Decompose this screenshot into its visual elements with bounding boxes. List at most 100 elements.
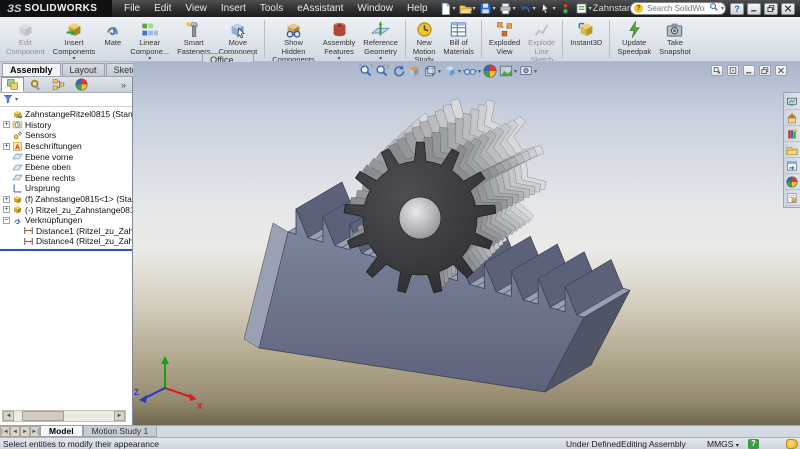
custom-properties-tab[interactable] [785,190,800,206]
instant3d-button[interactable]: Instant3D [567,19,605,49]
mdi-cascade-button[interactable] [711,65,723,76]
help-button[interactable]: ? [730,3,744,15]
displaymanager-tab[interactable] [70,77,93,92]
qat-select-cursor-button[interactable]: ▾ [538,1,557,16]
menu-window[interactable]: Window [351,1,399,16]
tree-item[interactable]: −Verknüpfungen [0,215,132,226]
filter-funnel-icon[interactable] [3,91,13,109]
mdi-tile-button[interactable] [727,65,739,76]
menu-insert[interactable]: Insert [215,1,252,16]
tree-item[interactable]: +(f) Zahnstange0815<1> (Sta [0,194,132,205]
rollback-bar[interactable] [0,249,132,251]
apply-scene-button[interactable]: ▾ [499,64,517,78]
close-button[interactable] [781,3,795,15]
tag-icon[interactable] [786,439,798,449]
expand-toggle[interactable]: + [3,206,10,213]
qat-rebuild-traffic-light-button[interactable] [558,1,573,16]
propertymanager-tab[interactable] [24,77,47,92]
tree-filter-row[interactable]: ▾ [0,93,132,107]
scroll-left-arrow[interactable]: ◄ [3,411,14,421]
tree-item[interactable]: Distance1 (Ritzel_zu_Zah [0,226,132,237]
tab-layout[interactable]: Layout [62,63,105,76]
design-library-tab[interactable] [785,110,800,126]
qat-undo-button[interactable]: ▾ [518,1,537,16]
tab-nav-last[interactable]: ►| [30,426,40,437]
tree-item[interactable]: +History [0,120,132,131]
doc-tab-motion-study-1[interactable]: Motion Study 1 [83,426,158,437]
expand-toggle[interactable]: + [3,196,10,203]
appearances-scenes-tab[interactable] [785,174,800,190]
help-search-box[interactable]: ? ▾ [630,2,726,15]
qat-open-folder-button[interactable]: ▾ [458,1,477,16]
qat-print-button[interactable]: ▾ [498,1,517,16]
menu-file[interactable]: File [118,1,146,16]
view-palette-tab[interactable] [785,158,800,174]
tree-item[interactable]: ZahnstangeRitzel0815 (Standar [0,109,132,120]
section-view-button[interactable] [407,64,421,78]
filter-dropdown-icon[interactable]: ▾ [15,96,18,103]
tab-nav-next[interactable]: ► [20,426,30,437]
tree-item[interactable]: +ABeschriftungen [0,141,132,152]
panel-overflow-chevron[interactable]: » [121,80,126,90]
graphics-viewport[interactable]: ZX ▾▾▾▾▾ [133,62,800,425]
tree-item[interactable]: Ebene rechts [0,173,132,184]
search-dropdown-icon[interactable]: ▾ [721,5,724,12]
assembly-features-button[interactable]: AssemblyFeatures▾ [320,19,359,62]
tree-item[interactable]: Distance4 (Ritzel_zu_Zah [0,236,132,247]
qat-options-list-button[interactable]: ▾ [574,1,593,16]
exploded-view-button[interactable]: ExplodedView [486,19,523,57]
solidworks-resources-tab[interactable] [785,94,800,110]
qat-new-doc-button[interactable]: ▾ [438,1,457,16]
menu-eassistant[interactable]: eAssistant [291,1,349,16]
display-style-button[interactable]: ▾ [443,64,461,78]
snapshot-button[interactable]: TakeSnapshot [656,19,694,57]
edit-appearance-button[interactable] [483,64,497,78]
tree-item[interactable]: Sensors [0,130,132,141]
menu-edit[interactable]: Edit [148,1,177,16]
search-magnifier-icon[interactable] [709,2,719,15]
tree-item[interactable]: Ursprung [0,183,132,194]
previous-view-button[interactable] [391,64,405,78]
menu-view[interactable]: View [179,1,213,16]
units-selector[interactable]: MMGS ▾ [707,439,739,449]
motion-study-button[interactable]: NewMotionStudy [410,19,439,62]
mdi-restore-button[interactable] [759,65,771,76]
mdi-close-button[interactable] [775,65,787,76]
scrollbar-thumb[interactable] [22,411,64,421]
panel-horizontal-scrollbar[interactable]: ◄ ► [2,410,126,422]
gear-bore-hole[interactable] [399,197,441,239]
toolbox-library-tab[interactable] [785,126,800,142]
minimize-button[interactable] [747,3,761,15]
mdi-minimize-button[interactable] [743,65,755,76]
tree-item[interactable]: Ebene vorne [0,151,132,162]
tab-nav-first[interactable]: |◄ [0,426,10,437]
tree-item[interactable]: Ebene oben [0,162,132,173]
quick-tips-icon[interactable]: ? [748,439,759,449]
file-explorer-tab[interactable] [785,142,800,158]
menu-tools[interactable]: Tools [254,1,289,16]
zoom-fit-button[interactable] [359,64,373,78]
linear-pattern-button[interactable]: LinearCompone...▾ [127,19,172,62]
hide-show-items-button[interactable]: ▾ [463,64,481,78]
qat-save-button[interactable]: ▾ [478,1,497,16]
scroll-right-arrow[interactable]: ► [114,411,125,421]
view-orientation-button[interactable]: ▾ [423,64,441,78]
doc-tab-model[interactable]: Model [40,426,83,437]
speedpak-button[interactable]: UpdateSpeedpak [614,19,654,57]
restore-button[interactable] [764,3,778,15]
insert-components-button[interactable]: InsertComponents▾ [50,19,99,62]
zoom-area-button[interactable] [375,64,389,78]
bom-button[interactable]: Bill ofMaterials [440,19,476,57]
smart-fasteners-button[interactable]: SmartFasteners [174,19,213,57]
show-hidden-button[interactable]: ShowHiddenComponents [269,19,318,62]
tree-item[interactable]: +(-) Ritzel_zu_Zahnstange081 [0,204,132,215]
expand-toggle[interactable]: + [3,121,10,128]
view-settings-button[interactable]: ▾ [519,64,537,78]
tab-nav-prev[interactable]: ◄ [10,426,20,437]
expand-toggle[interactable]: + [3,143,10,150]
search-input[interactable] [645,3,707,14]
configurationmanager-tab[interactable] [47,77,70,92]
mate-button[interactable]: Mate [100,19,125,49]
tab-assembly[interactable]: Assembly [2,63,61,76]
reference-geometry-button[interactable]: ReferenceGeometry▾ [360,19,401,62]
